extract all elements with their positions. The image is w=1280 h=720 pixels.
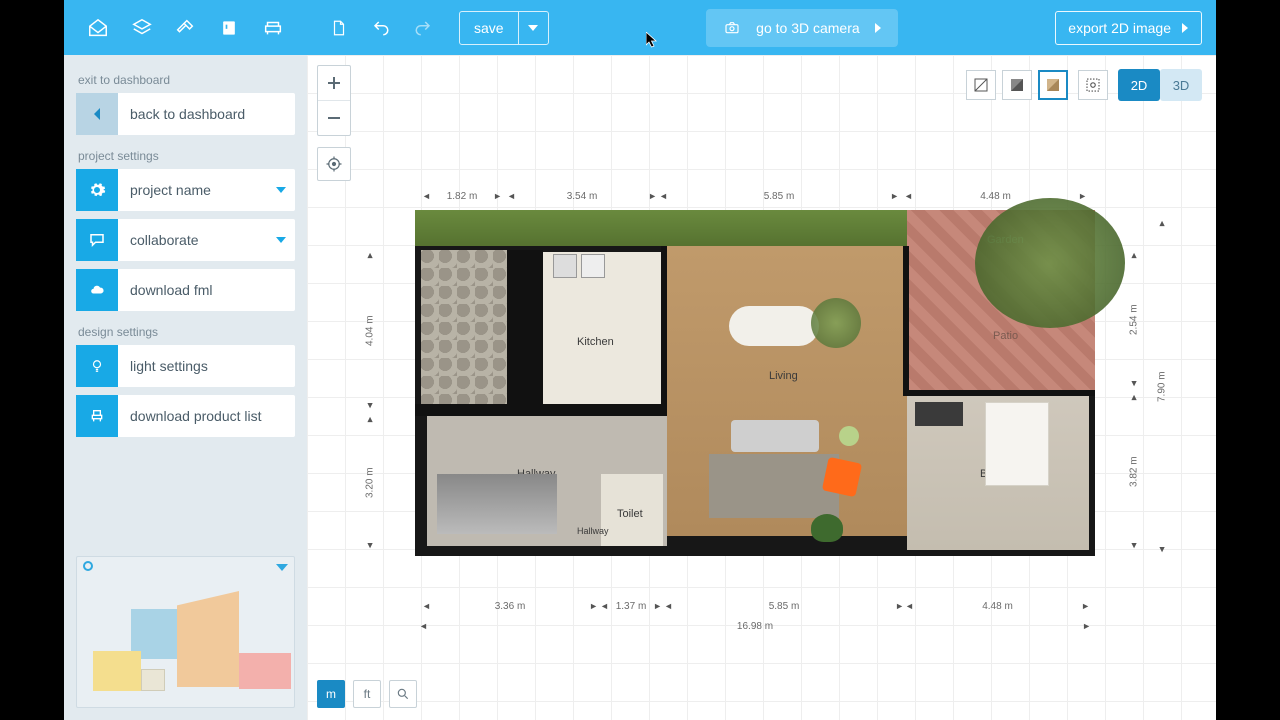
- canvas[interactable]: 2D 3D ◄1.82 m► ◄3.54 m► ◄5.85 m► ◄4.48 m…: [307, 55, 1216, 720]
- download-fml-label: download fml: [118, 282, 295, 298]
- project-name-label: project name: [118, 182, 267, 198]
- dim-left-1: 3.20 m: [365, 425, 376, 541]
- chair-icon: [76, 395, 118, 437]
- minimap-shapes: [93, 591, 293, 701]
- zoom-tool-button[interactable]: [389, 680, 417, 708]
- view-solid-button[interactable]: [1002, 70, 1032, 100]
- collaborate-label: collaborate: [118, 232, 267, 248]
- new-file-icon[interactable]: [321, 10, 357, 46]
- export-2d-button[interactable]: export 2D image: [1055, 11, 1202, 45]
- unit-ft-button[interactable]: ft: [353, 680, 381, 708]
- zoom-in-button[interactable]: [318, 66, 350, 100]
- dim-right-0: 2.54 m: [1129, 261, 1140, 379]
- view-textured-button[interactable]: [1038, 70, 1068, 100]
- view-2d-button[interactable]: 2D: [1118, 69, 1160, 101]
- project-section-label: project settings: [78, 149, 295, 163]
- save-label[interactable]: save: [460, 20, 518, 36]
- project-name-item[interactable]: project name: [76, 169, 295, 211]
- dim-bottom-3: 4.48 m: [914, 601, 1081, 612]
- room-toilet: Toilet: [617, 508, 643, 520]
- camera-icon: [722, 20, 742, 36]
- zoom-out-button[interactable]: [318, 101, 350, 135]
- dim-bottom-total: 16.98 m: [428, 621, 1082, 632]
- save-button[interactable]: save: [459, 11, 549, 45]
- view-3d-button[interactable]: 3D: [1160, 69, 1202, 101]
- room-hallway2: Hallway: [577, 526, 609, 536]
- chevron-down-icon: [267, 231, 295, 249]
- room-patio: Patio: [993, 330, 1018, 342]
- view-wireframe-button[interactable]: [966, 70, 996, 100]
- dim-top-0: 1.82 m: [431, 191, 493, 202]
- dim-top-2: 5.85 m: [668, 191, 890, 202]
- download-fml-item[interactable]: download fml: [76, 269, 295, 311]
- chat-icon: [76, 219, 118, 261]
- furniture-icon[interactable]: [258, 13, 288, 43]
- collaborate-item[interactable]: collaborate: [76, 219, 295, 261]
- chevron-right-icon: [874, 23, 882, 33]
- design-section-label: design settings: [78, 325, 295, 339]
- download-products-label: download product list: [118, 408, 295, 424]
- minimap[interactable]: [76, 556, 295, 708]
- dim-right-total: 7.90 m: [1157, 229, 1168, 545]
- undo-icon[interactable]: [363, 10, 399, 46]
- dim-right-1: 3.82 m: [1129, 403, 1140, 541]
- view-settings-button[interactable]: [1078, 70, 1108, 100]
- lightbulb-icon: [76, 345, 118, 387]
- light-settings-label: light settings: [118, 358, 295, 374]
- cloud-download-icon: [76, 269, 118, 311]
- goto-3d-label: go to 3D camera: [756, 20, 860, 36]
- exit-section-label: exit to dashboard: [78, 73, 295, 87]
- dim-left-0: 4.04 m: [365, 261, 376, 401]
- zoom-group: [317, 65, 351, 136]
- minimap-marker-icon: [83, 561, 93, 571]
- chevron-down-icon[interactable]: [276, 559, 288, 575]
- gear-icon: [76, 169, 118, 211]
- dim-bottom-0: 3.36 m: [431, 601, 589, 612]
- chevron-down-icon: [267, 181, 295, 199]
- dim-top-1: 3.54 m: [516, 191, 648, 202]
- note-icon[interactable]: [214, 13, 244, 43]
- light-settings-item[interactable]: light settings: [76, 345, 295, 387]
- back-to-dashboard[interactable]: back to dashboard: [76, 93, 295, 135]
- hammer-icon[interactable]: [170, 13, 200, 43]
- goto-3d-button[interactable]: go to 3D camera: [706, 9, 898, 47]
- room-living: Living: [769, 370, 798, 382]
- dim-bottom-2: 5.85 m: [673, 601, 895, 612]
- room-kitchen: Kitchen: [577, 336, 614, 348]
- chevron-left-icon: [76, 93, 118, 135]
- export-label: export 2D image: [1068, 20, 1171, 36]
- download-products-item[interactable]: download product list: [76, 395, 295, 437]
- save-dropdown[interactable]: [518, 12, 548, 44]
- recenter-button[interactable]: [317, 147, 351, 181]
- redo-icon[interactable]: [405, 10, 441, 46]
- unit-m-button[interactable]: m: [317, 680, 345, 708]
- chevron-right-icon: [1181, 23, 1189, 33]
- dim-bottom-1: 1.37 m: [609, 601, 653, 612]
- build-icon[interactable]: [83, 13, 113, 43]
- layers-icon[interactable]: [127, 13, 157, 43]
- floor-plan[interactable]: Kitchen Living Garden Patio Hallway Hall…: [415, 210, 1095, 556]
- back-label: back to dashboard: [118, 106, 295, 122]
